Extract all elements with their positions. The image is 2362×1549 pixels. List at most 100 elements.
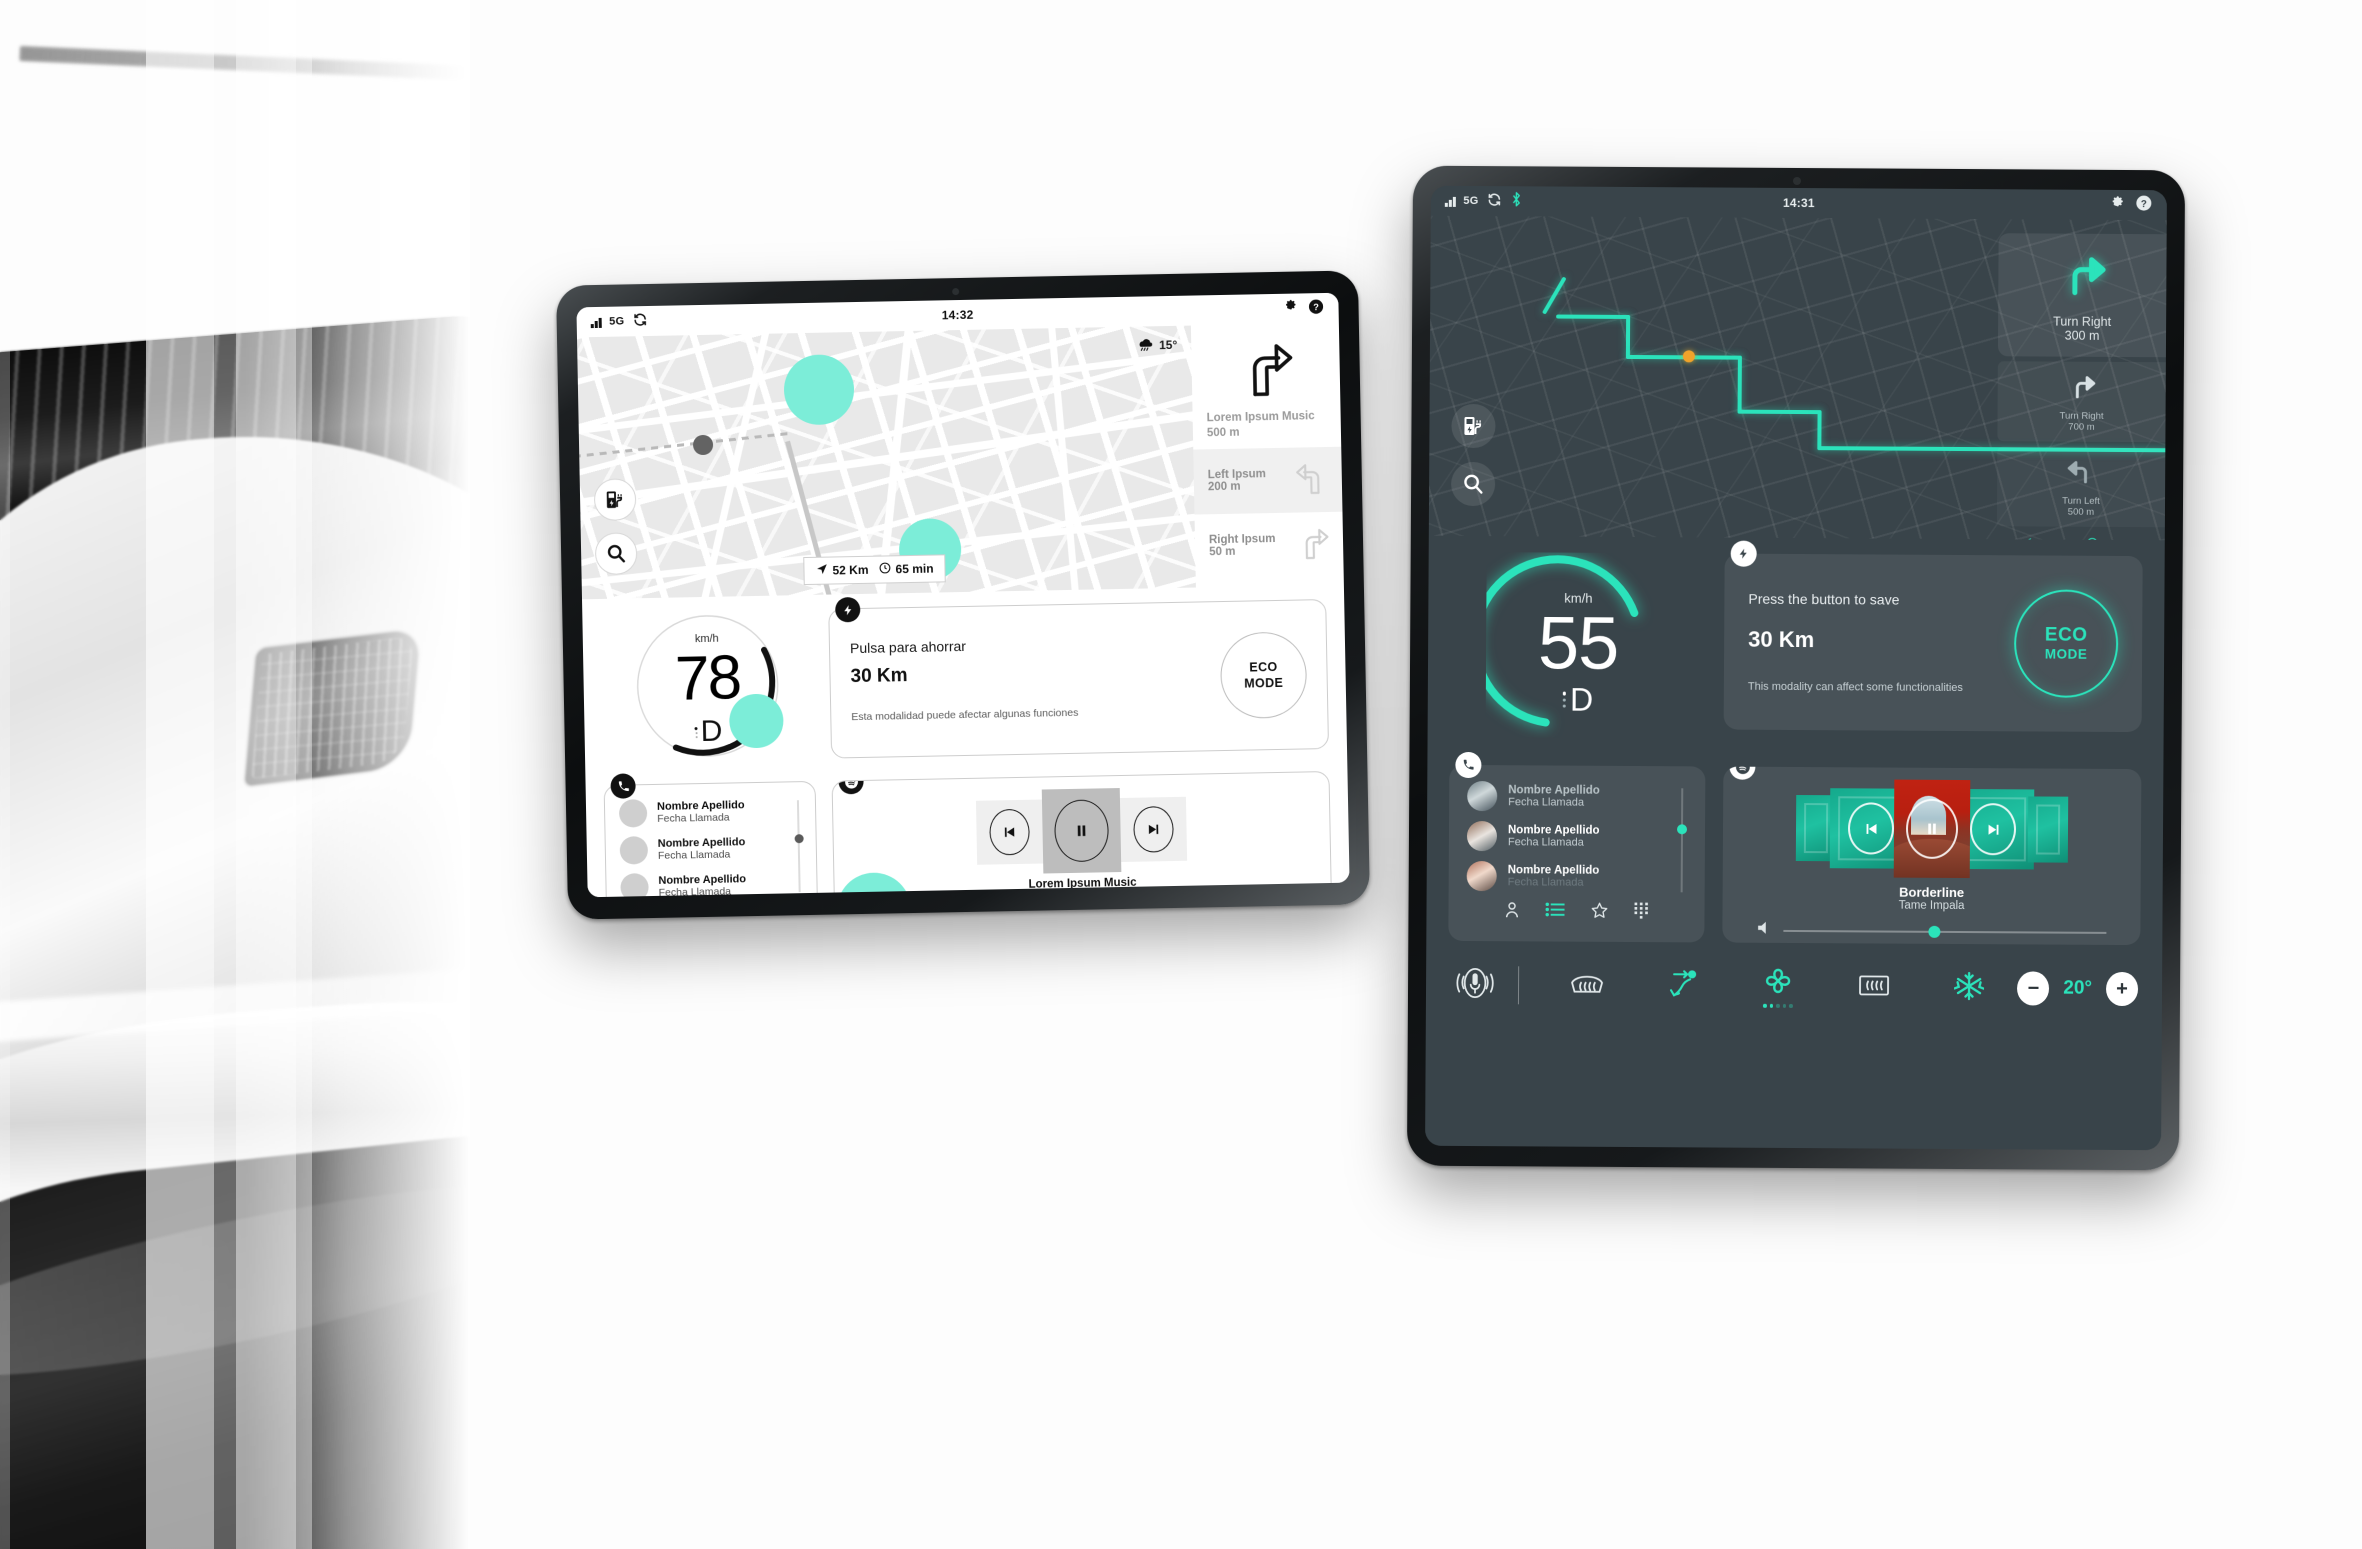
album-art-prev — [975, 799, 1044, 865]
status-bar: 5G 14:31 ? — [1430, 185, 2167, 221]
pause-icon[interactable] — [1053, 799, 1110, 863]
overlay-stripe — [0, 0, 10, 1549]
route-segment — [1625, 314, 1631, 359]
ev-charging-station-icon[interactable] — [1451, 403, 1496, 449]
call-list-item[interactable]: Nombre Apellido Fecha Llamada — [620, 870, 803, 898]
help-icon[interactable]: ? — [2135, 194, 2153, 216]
speed-gauge-card: km/h 78 D — [600, 609, 815, 763]
bluetooth-icon[interactable] — [1510, 191, 1523, 211]
temp-increase-button[interactable]: + — [2105, 971, 2139, 1007]
eco-distance: 30 Km — [850, 665, 908, 688]
sync-icon[interactable] — [1487, 192, 1502, 211]
help-icon[interactable]: ? — [1307, 298, 1324, 319]
turn-item[interactable]: Turn Right 700 m — [1997, 361, 2166, 443]
spotify-icon — [838, 770, 864, 795]
dark-main: Turn Right 300 m Turn Right 700 m Turn L… — [1425, 215, 2167, 1151]
turn-right-arrow-icon — [2056, 257, 2108, 302]
microphone-icon[interactable] — [1450, 962, 1500, 1007]
eta-time: 65 min — [895, 561, 934, 577]
turn-by-turn-list: Turn Right 300 m Turn Right 700 m Turn L… — [1996, 233, 2167, 541]
clock-icon — [878, 561, 891, 577]
temp-decrease-button[interactable]: − — [2017, 971, 2050, 1006]
tablet-light: 5G 14:32 ? 15° 52 Km 65 min Lorem Ipsum … — [555, 270, 1371, 920]
sync-icon[interactable] — [632, 312, 647, 331]
gear-icon[interactable] — [1281, 299, 1297, 319]
lightning-bolt-icon — [1730, 540, 1757, 567]
eta-time: 65 min — [2104, 538, 2142, 540]
turn-hero-distance: 500 m — [1206, 426, 1240, 439]
eco-button-line1: ECO — [1249, 659, 1278, 675]
search-icon[interactable] — [1450, 461, 1496, 507]
gear-dots-icon — [694, 726, 698, 738]
ac-snowflake-icon[interactable] — [1953, 970, 1986, 1005]
album-art-current — [1893, 779, 1971, 879]
eco-mode-button[interactable]: ECO MODE — [1219, 631, 1308, 720]
map-view[interactable]: Turn Right 300 m Turn Right 700 m Turn L… — [1428, 215, 2167, 541]
fan-level-indicator[interactable] — [1763, 1004, 1793, 1008]
lightning-bolt-icon — [835, 596, 861, 623]
skip-next-icon[interactable] — [1969, 803, 2017, 856]
svg-text:?: ? — [1313, 302, 1319, 312]
call-name: Nombre Apellido — [1507, 864, 1600, 877]
call-date: Fecha Llamada — [657, 811, 730, 825]
contact-icon[interactable] — [1504, 901, 1519, 924]
call-date: Fecha Llamada — [1508, 796, 1585, 809]
call-list-item[interactable]: Nombre Apellido Fecha Llamada — [619, 833, 803, 865]
call-list-item[interactable]: Nombre Apellido Fecha Llamada — [1466, 860, 1689, 892]
route-current-position-marker[interactable] — [1682, 350, 1695, 363]
turn-item[interactable]: Turn Left 500 m — [1996, 446, 2166, 528]
skip-previous-icon[interactable] — [1847, 802, 1895, 855]
avatar — [1466, 860, 1497, 892]
call-name: Nombre Apellido — [1508, 784, 1600, 797]
avatar — [620, 873, 649, 898]
turn-item-distance: 500 m — [2067, 506, 2095, 518]
turn-item[interactable]: Left Ipsum 200 m — [1193, 446, 1343, 515]
eco-button-line2: MODE — [2044, 646, 2088, 663]
gear-dots-icon — [1562, 691, 1567, 708]
gear-icon[interactable] — [2108, 194, 2125, 215]
volume-slider[interactable] — [1783, 925, 2107, 938]
eco-note: This modality can affect some functional… — [1747, 680, 1963, 694]
airflow-icon[interactable] — [1666, 968, 1698, 1005]
call-list-item[interactable]: Nombre Apellido Fecha Llamada — [618, 796, 802, 828]
turn-item-name: Right Ipsum — [1208, 533, 1276, 547]
dialpad-icon[interactable] — [1634, 902, 1650, 925]
turn-item[interactable]: Right Ipsum 50 m — [1194, 511, 1343, 579]
pause-icon[interactable] — [1905, 798, 1959, 859]
call-list-item[interactable]: Nombre Apellido Fecha Llamada — [1467, 780, 1689, 812]
turn-hero[interactable]: Turn Right 300 m — [1997, 233, 2167, 358]
tablet-dark: 5G 14:31 ? Turn Right 300 m Turn Right 7… — [1406, 165, 2186, 1171]
list-icon[interactable] — [1545, 901, 1565, 924]
turn-hero[interactable]: Lorem Ipsum Music 500 m — [1191, 323, 1341, 449]
avatar — [618, 799, 648, 828]
fan-icon[interactable] — [1762, 966, 1794, 1001]
phone-icon — [610, 773, 636, 799]
speed-gauge: km/h 78 D — [631, 609, 784, 762]
call-name: Nombre Apellido — [656, 799, 745, 813]
front-defrost-icon[interactable] — [1569, 969, 1605, 1002]
turn-right-arrow-icon — [2067, 376, 2097, 404]
call-list-item[interactable]: Nombre Apellido Fecha Llamada — [1466, 820, 1689, 852]
star-icon[interactable] — [1590, 902, 1608, 925]
call-date: Fecha Llamada — [1507, 836, 1584, 849]
temperature-value: 15° — [1158, 337, 1178, 353]
network-label: 5G — [609, 315, 625, 328]
eco-title: Pulsa para ahorrar — [849, 638, 967, 657]
weather-widget: 15° — [1137, 336, 1177, 355]
avatar — [1466, 820, 1498, 852]
album-art-next — [1119, 796, 1188, 863]
gauge-speed: 78 — [674, 643, 741, 714]
turn-right-arrow-icon — [1191, 337, 1340, 398]
speaker-icon[interactable] — [1756, 920, 1773, 941]
call-date: Fecha Llamada — [1507, 876, 1584, 889]
eco-mode-button[interactable]: ECO MODE — [2013, 589, 2119, 698]
map-view[interactable]: 15° 52 Km 65 min — [576, 325, 1196, 600]
canvas: 5G 14:32 ? 15° 52 Km 65 min Lorem Ipsum … — [0, 0, 2362, 1549]
skip-next-icon[interactable] — [1133, 806, 1174, 853]
rear-defrost-icon[interactable] — [1856, 971, 1892, 1004]
route-segment — [1737, 355, 1742, 414]
turn-by-turn-list: Lorem Ipsum Music 500 m Left Ipsum 200 m — [1190, 322, 1344, 588]
turn-hero-distance: 300 m — [2064, 328, 2100, 343]
skip-previous-icon[interactable] — [989, 808, 1030, 856]
eco-button-line1: ECO — [2044, 624, 2088, 646]
